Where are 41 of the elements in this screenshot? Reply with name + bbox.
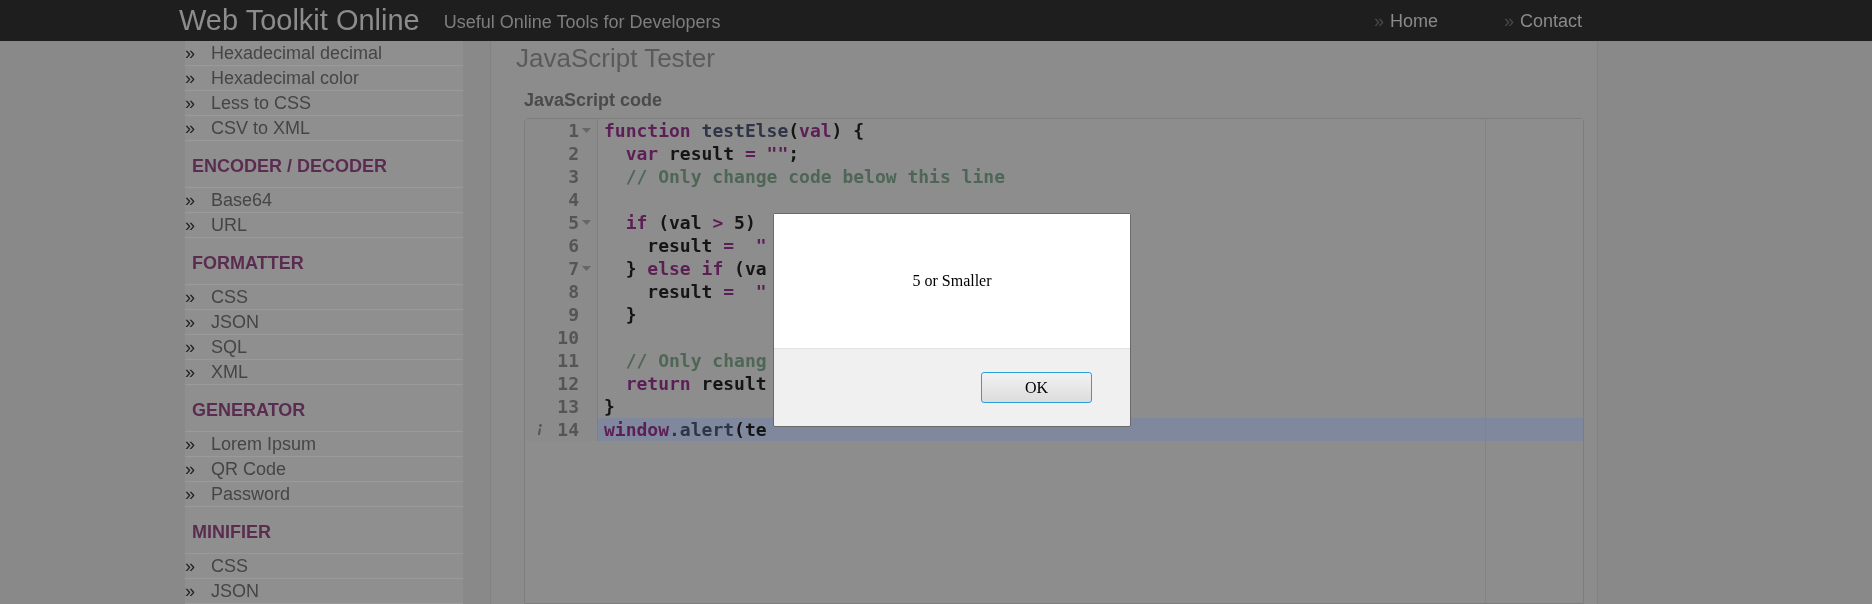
sidebar-link[interactable]: » CSS <box>185 285 463 310</box>
code-line: // Only change code below this line <box>624 165 1005 189</box>
sidebar-link[interactable]: » URL <box>185 213 463 238</box>
code-line: var result = ""; <box>624 142 800 166</box>
section-heading: FORMATTER <box>185 238 463 285</box>
alert-message: 5 or Smaller <box>912 271 992 291</box>
sidebar-link[interactable]: » Password <box>185 482 463 507</box>
code-line: result = " <box>646 280 767 304</box>
code-line: if (val > 5) <box>624 211 756 235</box>
code-line: } <box>624 303 637 327</box>
site-tagline: Useful Online Tools for Developers <box>443 10 721 34</box>
code-line: return result <box>624 372 767 396</box>
sidebar-link[interactable]: » Base64 <box>185 188 463 213</box>
code-line: function testElse(val) { <box>603 119 865 143</box>
code-line: } <box>603 395 615 419</box>
site-title[interactable]: Web Toolkit Online <box>179 0 420 43</box>
fold-arrow-icon[interactable] <box>581 128 591 133</box>
sidebar-link[interactable]: » JSON <box>185 579 463 604</box>
nav-link[interactable]: » Home <box>1373 8 1438 35</box>
section-heading: MINIFIER <box>185 507 463 554</box>
fold-arrow-icon[interactable] <box>581 220 591 225</box>
sidebar-link[interactable]: » Lorem Ipsum <box>185 432 463 457</box>
section-heading: GENERATOR <box>185 385 463 432</box>
fold-arrow-icon[interactable] <box>581 266 591 271</box>
code-line: // Only chang <box>624 349 767 373</box>
code-line: } else if (va <box>624 257 767 281</box>
nav-link[interactable]: » Contact <box>1503 8 1582 35</box>
sidebar-link[interactable]: » QR Code <box>185 457 463 482</box>
sidebar-link[interactable]: » XML <box>185 360 463 385</box>
editor-label: JavaScript code <box>524 89 664 112</box>
ok-button[interactable]: OK <box>981 372 1092 403</box>
sidebar-link[interactable]: » SQL <box>185 335 463 360</box>
sidebar-link[interactable]: » Less to CSS <box>185 91 463 116</box>
sidebar-link[interactable]: » JSON <box>185 310 463 335</box>
sidebar-link[interactable]: » Hexadecimal decimal <box>185 41 463 66</box>
section-heading: ENCODER / DECODER <box>185 141 463 188</box>
code-line: result = " <box>646 234 767 258</box>
sidebar-link[interactable]: » CSV to XML <box>185 116 463 141</box>
code-line: window.alert(te <box>603 418 767 442</box>
sidebar-link[interactable]: » Hexadecimal color <box>185 66 463 91</box>
sidebar-link[interactable]: » CSS <box>185 554 463 579</box>
